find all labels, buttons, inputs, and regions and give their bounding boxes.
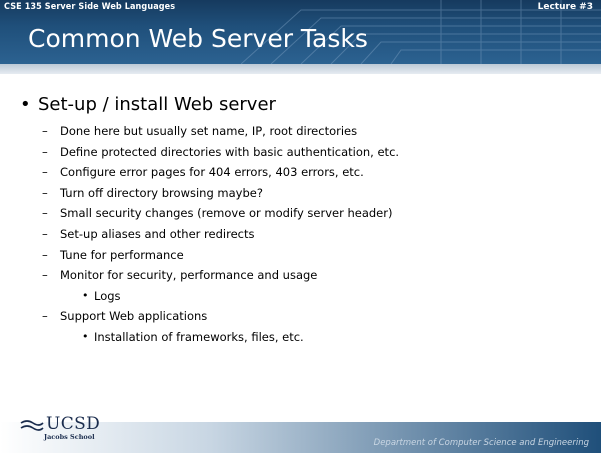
dash-icon: – [42,206,48,221]
bullet-dot-icon: • [82,329,89,343]
list-item-text: Small security changes (remove or modify… [60,206,393,221]
slide-content: • Set-up / install Web server – Done her… [20,94,590,350]
nested-list-item: • Installation of frameworks, files, etc… [82,329,590,350]
nested-list-item-text: Installation of frameworks, files, etc. [94,329,304,344]
dash-icon: – [42,309,48,324]
list-item: – Support Web applications [42,308,590,329]
dash-icon: – [42,185,48,200]
list-item: – Set-up aliases and other redirects [42,226,590,247]
dash-icon: – [42,268,48,283]
slide-title: Common Web Server Tasks [28,24,368,53]
department-label: Department of Computer Science and Engin… [373,438,589,448]
dash-icon: – [42,226,48,241]
slide: CSE 135 Server Side Web Languages Lectur… [0,0,601,453]
course-label: CSE 135 Server Side Web Languages [4,2,176,12]
nested-list-item-text: Logs [94,288,121,303]
list-item-text: Support Web applications [60,309,208,324]
dash-icon: – [42,247,48,262]
list-item: – Configure error pages for 404 errors, … [42,164,590,185]
list-item-text: Turn off directory browsing maybe? [60,185,263,200]
nested-list-item: • Logs [82,288,590,309]
list-item-text: Tune for performance [60,247,184,262]
main-bullet-text: Set-up / install Web server [38,94,276,115]
list-item-text: Set-up aliases and other redirects [60,226,255,241]
slide-header: CSE 135 Server Side Web Languages Lectur… [0,0,601,64]
main-bullet: • Set-up / install Web server [20,94,590,115]
list-item: – Turn off directory browsing maybe? [42,185,590,206]
wave-icon [20,420,44,431]
dash-icon: – [42,165,48,180]
list-item-text: Define protected directories with basic … [60,144,400,159]
list-item-text: Configure error pages for 404 errors, 40… [60,165,364,180]
dash-icon: – [42,124,48,138]
ucsd-logo: UCSD Jacobs School [20,414,170,451]
dash-icon: – [42,144,48,159]
header-divider [0,64,601,74]
logo-text: UCSD [46,414,101,434]
list-item: – Monitor for security, performance and … [42,267,590,288]
logo-subtext: Jacobs School [44,433,95,441]
list-item: – Tune for performance [42,247,590,268]
list-item-text: Monitor for security, performance and us… [60,268,318,283]
bullet-dot-icon: • [20,94,31,115]
list-item: – Small security changes (remove or modi… [42,205,590,226]
list-item: – Done here but usually set name, IP, ro… [42,123,590,144]
list-item-text: Done here but usually set name, IP, root… [60,124,358,138]
lecture-label: Lecture #3 [537,2,593,12]
bullet-dot-icon: • [82,288,89,302]
list-item: – Define protected directories with basi… [42,144,590,165]
